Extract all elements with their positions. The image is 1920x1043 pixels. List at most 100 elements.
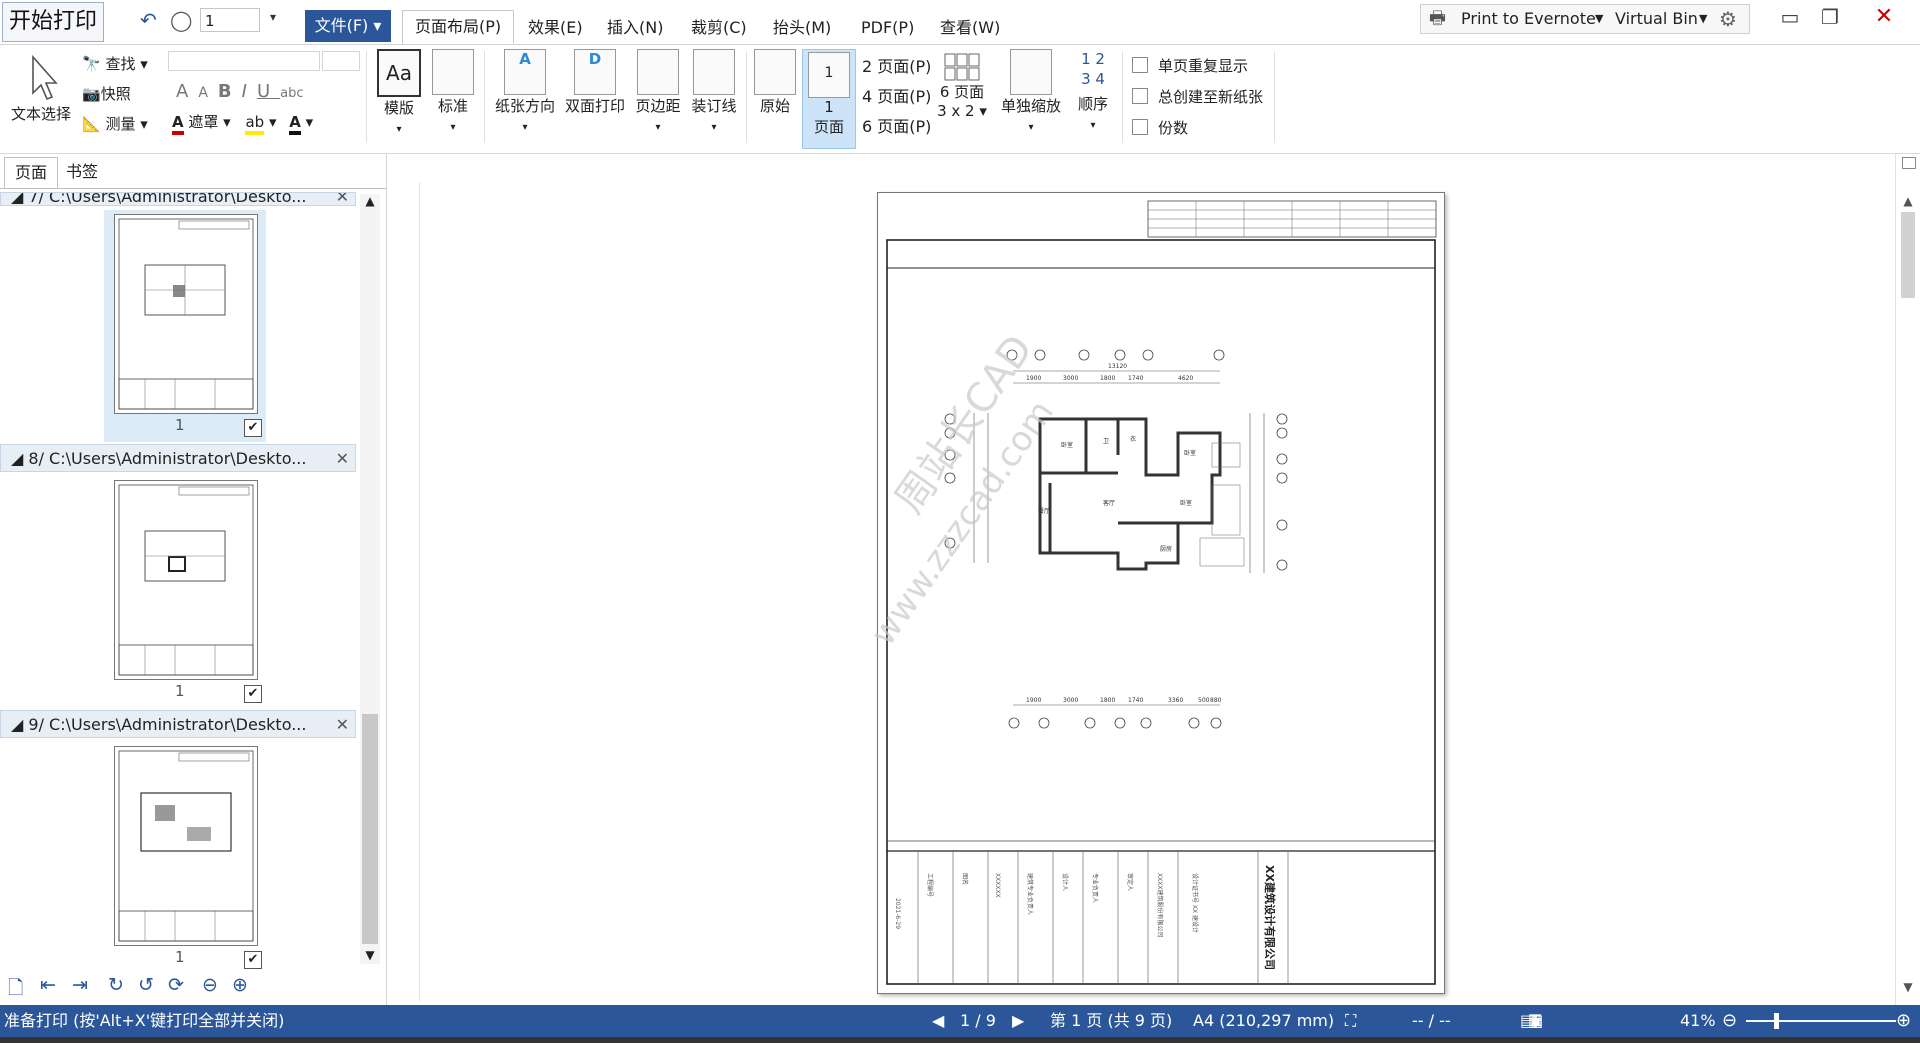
tab-effects[interactable]: 效果(E)	[528, 12, 583, 44]
measure-button[interactable]: 📐 测量 ▾	[82, 113, 148, 134]
rotate-right-icon[interactable]: ↻	[108, 974, 124, 996]
duplex-button[interactable]: D 双面打印	[562, 49, 628, 116]
scroll-thumb[interactable]	[362, 714, 378, 944]
rotate-all-icon[interactable]: ⟳	[168, 974, 184, 996]
page-number-spinner[interactable]: 1	[200, 8, 260, 32]
page-thumbnail[interactable]	[114, 746, 258, 946]
font-name-select[interactable]	[168, 51, 320, 71]
font-size-select[interactable]	[322, 51, 360, 71]
scroll-up-icon[interactable]: ▲	[360, 194, 380, 210]
six-pages-button[interactable]: 6 页面(P)	[862, 113, 931, 137]
preview-page[interactable]: 2021-6-29 工程编号 图名 XXXXXX 建筑专业负责人 设计人 专业负…	[863, 192, 1445, 994]
bold-icon[interactable]: B	[218, 81, 242, 102]
scroll-down-icon[interactable]: ▼	[360, 948, 380, 964]
close-icon[interactable]: ✕	[336, 711, 349, 737]
thumbnail-checkbox[interactable]: ✔	[244, 419, 262, 437]
tab-bookmarks[interactable]: 书签	[56, 157, 108, 187]
scroll-thumb[interactable]	[1901, 212, 1915, 298]
copies-checkbox[interactable]: 份数	[1132, 117, 1188, 138]
panel-toggle-icon[interactable]	[1902, 157, 1916, 169]
standard-button[interactable]: 标准 ▾	[428, 49, 478, 134]
prev-page-icon[interactable]: ◀	[932, 1005, 944, 1037]
tab-insert[interactable]: 插入(N)	[607, 12, 663, 44]
rotate-left-icon[interactable]: ↺	[138, 974, 154, 996]
strike-icon[interactable]: abc	[280, 86, 303, 101]
close-icon[interactable]: ✕	[1862, 2, 1906, 32]
font-grow-icon[interactable]: A	[176, 81, 198, 102]
italic-icon[interactable]: I	[242, 81, 257, 102]
zoom-out-icon[interactable]: ⊖	[202, 974, 218, 996]
printer-name[interactable]: Print to Evernote	[1461, 5, 1596, 33]
zoom-in-icon[interactable]: ⊕	[1896, 1005, 1911, 1037]
printer-selector[interactable]: 🖶 Print to Evernote ▼ Virtual Bin ▼ ⚙	[1420, 4, 1750, 34]
six-grid-button[interactable]: 6 页面 3 x 2 ▾	[934, 53, 990, 120]
restore-icon[interactable]: ❐	[1808, 2, 1852, 32]
zoom-slider-handle[interactable]	[1774, 1013, 1779, 1029]
template-button[interactable]: Aa 模版 ▾	[374, 49, 424, 136]
checkbox-icon[interactable]	[1132, 88, 1148, 104]
page-thumbnail[interactable]	[114, 480, 258, 680]
close-icon[interactable]: ✕	[336, 445, 349, 471]
add-page-icon[interactable]: 🗋	[8, 974, 23, 1006]
thumbnail-checkbox[interactable]: ✔	[244, 951, 262, 969]
tab-view[interactable]: 查看(W)	[940, 12, 1000, 44]
original-button[interactable]: 原始	[752, 49, 798, 116]
start-print-button[interactable]: 开始打印	[2, 2, 105, 42]
file-menu-button[interactable]: 文件(F) ▾	[305, 10, 391, 42]
tab-page-layout[interactable]: 页面布局(P)	[402, 10, 515, 44]
single-scale-button[interactable]: 单独缩放 ▾	[996, 49, 1066, 134]
checkbox-icon[interactable]	[1132, 57, 1148, 73]
bin-name[interactable]: Virtual Bin	[1615, 5, 1698, 33]
panel-scrollbar[interactable]: ▲ ▼	[360, 194, 380, 964]
gear-icon[interactable]: ⚙	[1719, 5, 1737, 33]
margin-button[interactable]: 页边距 ▾	[630, 49, 686, 134]
find-button[interactable]: 🔭 查找 ▾	[82, 53, 148, 74]
repeat-single-checkbox[interactable]: 单页重复显示	[1132, 55, 1248, 76]
close-icon[interactable]: ✕	[336, 193, 349, 205]
svg-text:卧室: 卧室	[1184, 449, 1196, 457]
redo-icon[interactable]: ◯	[170, 8, 192, 32]
page-group-header[interactable]: ◢ 8/ C:\Users\Administrator\Deskto... ✕	[0, 444, 356, 472]
import-icon[interactable]: ⇤	[40, 974, 56, 996]
orientation-button[interactable]: A 纸张方向 ▾	[490, 49, 560, 134]
tab-pdf[interactable]: PDF(P)	[861, 12, 914, 44]
minimize-icon[interactable]: ▭	[1768, 2, 1812, 32]
mask-button[interactable]: A 遮罩 ▾ ab ▾ A ▾	[172, 111, 313, 135]
zoom-in-icon[interactable]: ⊕	[232, 974, 248, 996]
page-group-header[interactable]: ◢ 7/ C:\Users\Administrator\Deskto... ✕	[0, 192, 356, 206]
snapshot-button[interactable]: 📷快照	[82, 83, 131, 104]
tab-crop[interactable]: 裁剪(C)	[691, 12, 747, 44]
tab-pages[interactable]: 页面	[4, 157, 59, 189]
thumbnail-checkbox[interactable]: ✔	[244, 685, 262, 703]
quick-access-dropdown-icon[interactable]: ▾	[270, 10, 276, 24]
checkbox-icon[interactable]	[1132, 119, 1148, 135]
export-icon[interactable]: ⇥	[72, 974, 88, 996]
font-color-icon[interactable]: A	[289, 113, 301, 135]
scroll-down-icon[interactable]: ▼	[1896, 980, 1920, 994]
tab-header[interactable]: 抬头(M)	[773, 12, 831, 44]
four-pages-button[interactable]: 4 页面(P)	[862, 83, 931, 107]
one-page-button[interactable]: 1 1 页面	[802, 49, 856, 149]
font-shrink-icon[interactable]: A	[198, 85, 218, 101]
scroll-up-icon[interactable]: ▲	[1896, 194, 1920, 208]
undo-icon[interactable]: ↶	[140, 8, 157, 32]
preview-scrollbar[interactable]: ▲ ▼	[1895, 154, 1920, 1005]
highlight-icon[interactable]: ab	[245, 113, 265, 135]
zoom-slider-track[interactable]	[1746, 1020, 1896, 1022]
zoom-out-icon[interactable]: ⊖	[1722, 1005, 1737, 1037]
page-group-header[interactable]: ◢ 9/ C:\Users\Administrator\Deskto... ✕	[0, 710, 356, 738]
font-format-icons[interactable]: AABIUabc	[176, 81, 304, 102]
underline-icon[interactable]: U	[257, 81, 280, 102]
next-page-icon[interactable]: ▶	[1012, 1005, 1024, 1037]
crop-icon[interactable]: ⛶	[1345, 1005, 1356, 1037]
always-new-sheet-checkbox[interactable]: 总创建至新纸张	[1132, 86, 1263, 107]
view-grid-icon[interactable]: ▦	[1528, 1005, 1543, 1037]
text-select-button[interactable]: 文本选择	[6, 51, 76, 124]
measure-label: 测量	[105, 115, 136, 133]
printer-dropdown-icon[interactable]: ▼	[1595, 5, 1603, 33]
two-pages-button[interactable]: 2 页面(P)	[862, 53, 931, 77]
order-button[interactable]: 1 23 4 顺序 ▾	[1070, 49, 1116, 132]
page-thumbnail[interactable]	[114, 214, 258, 414]
bin-dropdown-icon[interactable]: ▼	[1699, 5, 1707, 33]
binding-button[interactable]: 装订线 ▾	[686, 49, 742, 134]
